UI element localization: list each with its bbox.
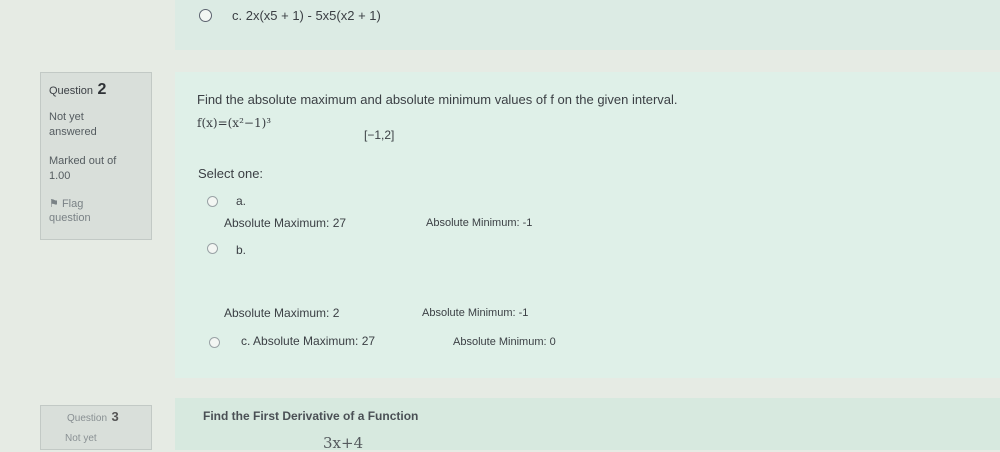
option-b-letter: b. xyxy=(236,243,247,257)
question-3-number: 3 xyxy=(111,409,119,424)
option-b-max[interactable]: Absolute Maximum: 2 xyxy=(224,306,339,320)
question-prompt: Find the absolute maximum and absolute m… xyxy=(197,92,678,107)
option-a-min[interactable]: Absolute Minimum: -1 xyxy=(426,217,532,229)
question-2-info: Question 2 Not yet answered Marked out o… xyxy=(40,72,152,240)
option-c-letter: c. xyxy=(241,334,251,348)
question-status-line2: answered xyxy=(49,126,97,138)
question-3-label: Question xyxy=(67,413,108,424)
option-b-radio[interactable] xyxy=(207,243,218,254)
previous-option-c-radio[interactable] xyxy=(199,9,212,22)
option-c-max-text: Absolute Maximum: 27 xyxy=(253,334,376,348)
question-status-line1: Not yet xyxy=(49,111,84,123)
question-marked-line1: Marked out of xyxy=(49,155,117,167)
question-3-info: Question 3 Not yet xyxy=(40,405,152,450)
select-one-label: Select one: xyxy=(198,166,264,181)
question-interval: [−1,2] xyxy=(364,128,395,142)
option-b-min[interactable]: Absolute Minimum: -1 xyxy=(422,307,528,319)
option-c-radio[interactable] xyxy=(209,337,220,348)
question-number: 2 xyxy=(97,81,107,98)
flag-label: Flag xyxy=(61,198,84,210)
question-3-content xyxy=(175,398,1000,450)
flag-question-link-line2[interactable]: question xyxy=(49,212,91,224)
option-a-radio[interactable] xyxy=(207,196,218,207)
question-function: f(x)=(x²−1)³ xyxy=(197,116,272,130)
option-a-max[interactable]: Absolute Maximum: 27 xyxy=(224,216,346,230)
option-a-letter: a. xyxy=(236,194,247,208)
question-3-status: Not yet xyxy=(65,433,97,444)
previous-option-c-label: c. 2x(x5 + 1) - 5x5(x2 + 1) xyxy=(232,8,381,23)
flag-question-link[interactable]: ⚑ Flag xyxy=(49,197,83,210)
flag-icon: ⚑ xyxy=(49,198,59,210)
option-c-min[interactable]: Absolute Minimum: 0 xyxy=(453,336,556,348)
option-c-max[interactable]: c. Absolute Maximum: 27 xyxy=(241,334,375,348)
question-3-prompt: Find the First Derivative of a Function xyxy=(203,409,419,423)
question-marked-line2: 1.00 xyxy=(49,170,71,182)
question-3-function: 3x+4 xyxy=(323,434,364,452)
question-label: Question xyxy=(49,85,94,97)
